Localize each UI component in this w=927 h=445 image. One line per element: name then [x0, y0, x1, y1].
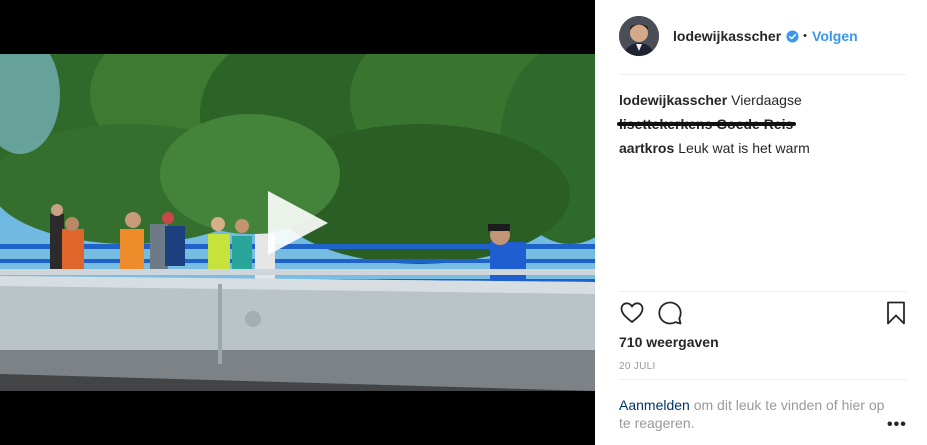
video-player[interactable]: [0, 54, 595, 391]
media-panel: [0, 0, 595, 445]
post-date: 20 JULI: [619, 361, 656, 372]
play-icon: [268, 191, 328, 255]
comment-item: lodewijkasscher Vierdaagse lisettekerkens…: [616, 88, 906, 136]
play-button[interactable]: [266, 189, 330, 257]
comment-item: aartkros Leuk wat is het warm: [619, 136, 906, 160]
comment-text: Vierdaagse: [731, 92, 802, 108]
more-options-button[interactable]: •••: [887, 416, 907, 434]
login-link[interactable]: Aanmelden: [619, 397, 690, 413]
avatar-image: [619, 16, 659, 56]
post-info-panel: lodewijkasscher • Volgen lodewijkasscher…: [595, 0, 927, 445]
login-prompt: Aanmelden om dit leuk te vinden of hier …: [619, 396, 889, 432]
action-bar: [619, 300, 909, 330]
heart-icon[interactable]: [619, 300, 645, 326]
comment-icon[interactable]: [657, 300, 683, 326]
username-link[interactable]: lodewijkasscher: [673, 28, 781, 44]
comment-text: Leuk wat is het warm: [678, 140, 810, 156]
bookmark-icon[interactable]: [883, 300, 909, 326]
verified-badge-icon: [786, 29, 799, 43]
post-header: lodewijkasscher • Volgen: [619, 14, 858, 58]
footer-divider: [619, 379, 906, 380]
header-divider: [619, 74, 906, 75]
separator-dot: •: [803, 30, 808, 42]
actions-divider: [619, 291, 906, 292]
scribbled-mention: lisettekerkens Goede Reis: [616, 112, 797, 136]
follow-button[interactable]: Volgen: [812, 28, 858, 44]
comments-list: lodewijkasscher Vierdaagse lisettekerkens…: [616, 88, 906, 160]
comment-author-link[interactable]: lodewijkasscher: [619, 92, 727, 108]
view-count[interactable]: 710 weergaven: [619, 334, 719, 350]
comment-author-link[interactable]: aartkros: [619, 140, 674, 156]
avatar[interactable]: [619, 16, 659, 56]
